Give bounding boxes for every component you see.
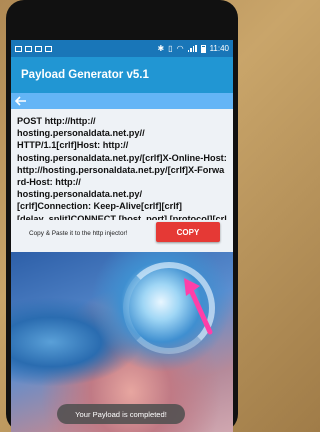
payload-text: POST http://http:// hosting.personaldata… (17, 116, 227, 236)
toast-message: Your Payload is completed! (57, 404, 185, 424)
app-bar: Payload Generator v5.1 (11, 57, 233, 93)
copy-button[interactable]: COPY (156, 222, 220, 242)
wifi-icon: ◠ (176, 44, 184, 53)
battery-icon (200, 44, 206, 53)
status-time: 11:40 (209, 44, 229, 53)
notification-icon (25, 45, 32, 52)
status-bar: ✱ ▯ ◠ 11:40 (11, 40, 233, 57)
copy-row: Copy & Paste it to the http injector! CO… (11, 220, 233, 252)
notification-icon (15, 45, 22, 52)
notification-icon (35, 45, 42, 52)
copy-hint: Copy & Paste it to the http injector! (29, 230, 128, 237)
annotation-arrow-icon (184, 278, 213, 335)
vibrate-icon: ▯ (168, 44, 173, 53)
back-arrow-icon[interactable] (15, 96, 27, 106)
notification-icon (45, 45, 52, 52)
back-bar (11, 93, 233, 109)
bluetooth-icon: ✱ (157, 44, 165, 53)
app-title: Payload Generator v5.1 (21, 69, 149, 81)
phone-screen: ✱ ▯ ◠ 11:40 Payload Generator v5.1 POST … (11, 40, 233, 432)
signal-icon (187, 45, 197, 52)
